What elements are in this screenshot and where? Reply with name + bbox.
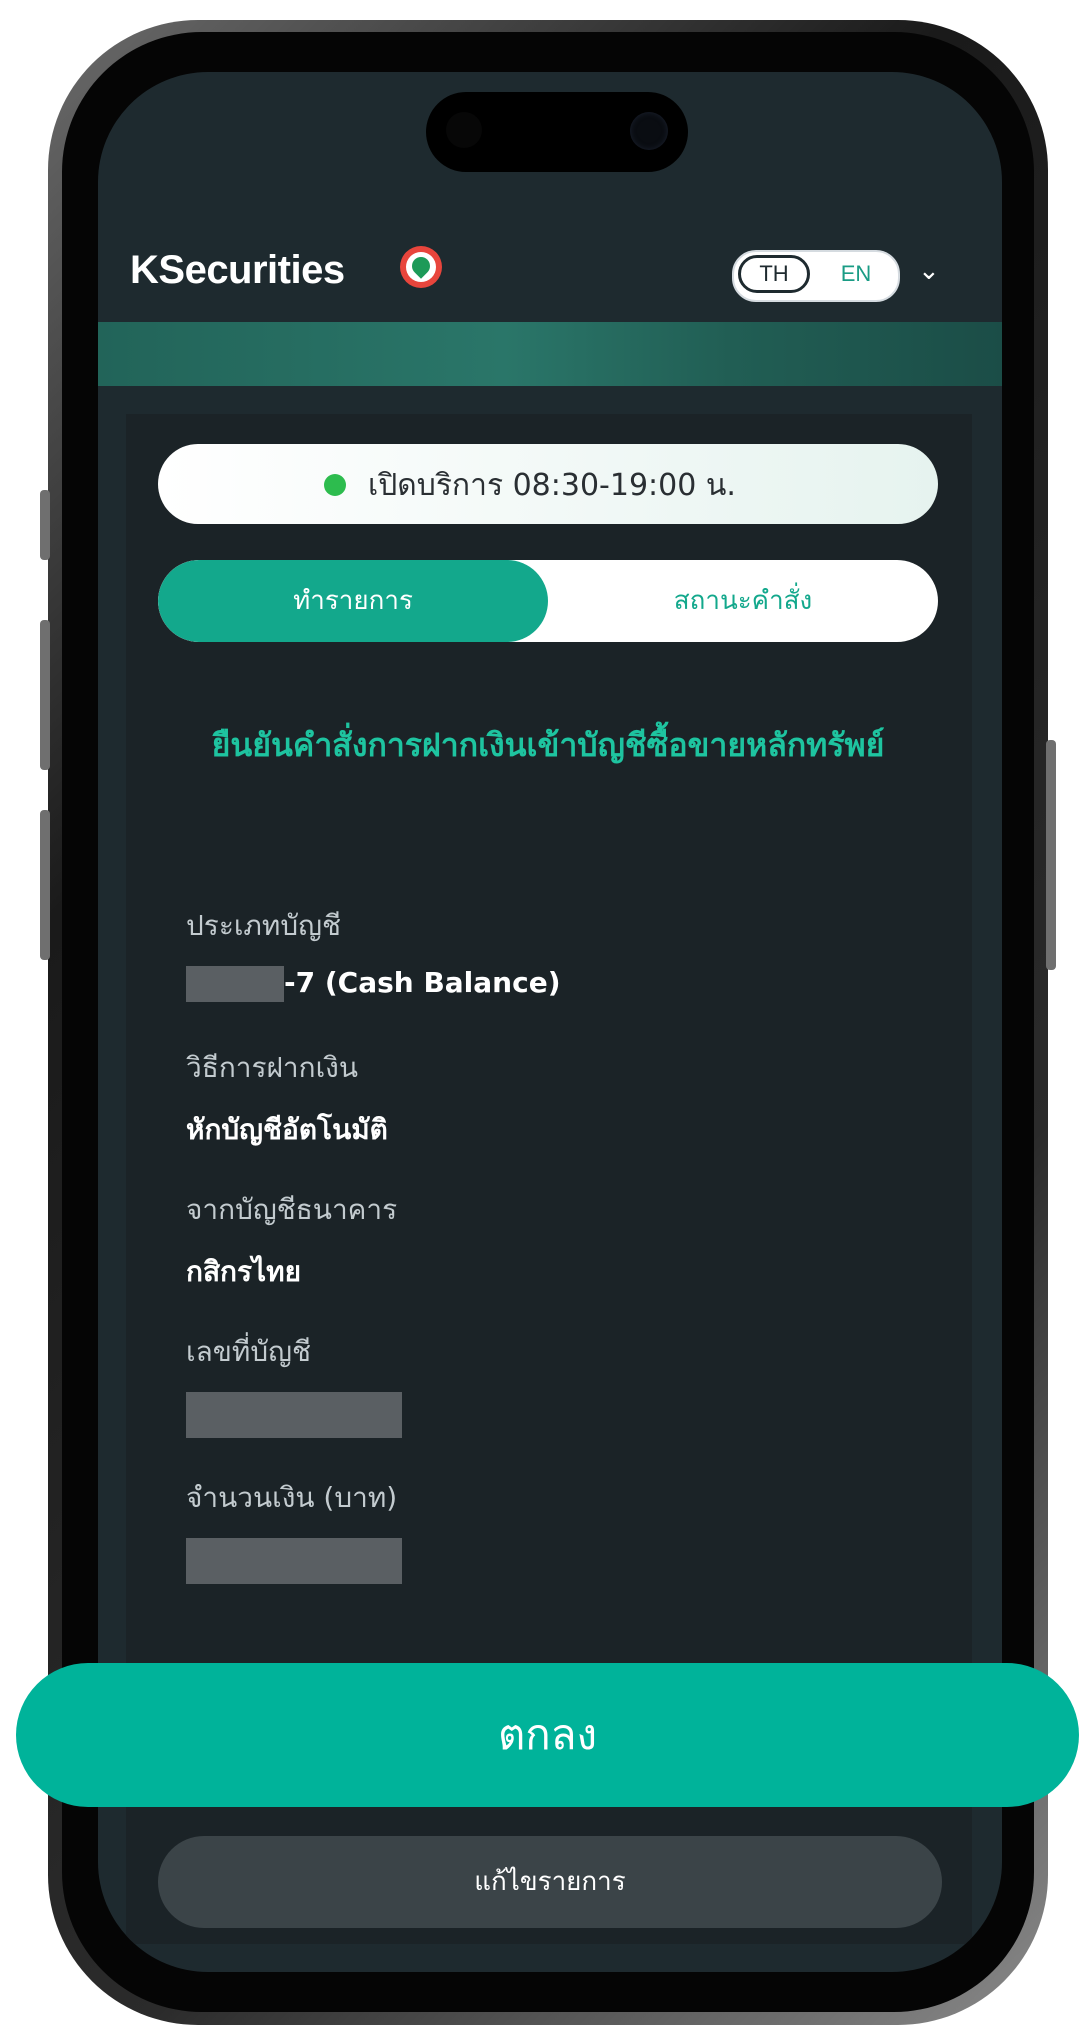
kbank-leaf-icon	[400, 246, 442, 288]
language-toggle[interactable]: TH EN	[732, 250, 900, 302]
phone-volume-up-button	[40, 620, 50, 770]
dynamic-island	[426, 92, 688, 172]
phone-volume-down-button	[40, 810, 50, 960]
lang-th-option[interactable]: TH	[738, 255, 810, 293]
header-banner	[98, 322, 1002, 386]
app-header: KSecurities TH EN ⌄	[98, 242, 1002, 324]
service-hours-pill: เปิดบริการ 08:30-19:00 น.	[158, 444, 938, 524]
ksecurities-logo: KSecurities	[130, 248, 345, 292]
tab-bar: ทำรายการ สถานะคำสั่ง	[158, 560, 938, 642]
account-type-text: -7 (Cash Balance)	[284, 966, 561, 999]
phone-side-button	[40, 490, 50, 560]
amount-label: จำนวนเงิน (บาท)	[186, 1481, 398, 1514]
masked-amount	[186, 1538, 402, 1584]
lang-en-option[interactable]: EN	[826, 255, 886, 293]
tab-make-transaction[interactable]: ทำรายการ	[158, 560, 548, 642]
from-bank-label: จากบัญชีธนาคาร	[186, 1193, 398, 1226]
confirm-button[interactable]: ตกลง	[16, 1663, 1079, 1807]
deposit-method-value: หักบัญชีอัตโนมัติ	[186, 1113, 388, 1146]
service-hours-text: เปิดบริการ 08:30-19:00 น.	[368, 468, 736, 503]
status-dot-icon	[324, 474, 346, 496]
account-type-label: ประเภทบัญชี	[186, 909, 341, 942]
tab-order-status[interactable]: สถานะคำสั่ง	[548, 560, 938, 642]
edit-transaction-button[interactable]: แก้ไขรายการ	[158, 1836, 942, 1928]
account-number-label: เลขที่บัญชี	[186, 1335, 311, 1368]
page-title: ยืนยันคำสั่งการฝากเงินเข้าบัญชีซื้อขายหล…	[211, 726, 885, 764]
camera-icon	[630, 112, 668, 150]
from-bank-value: กสิกรไทย	[186, 1255, 301, 1288]
masked-account-prefix	[186, 966, 284, 1002]
chevron-down-icon[interactable]: ⌄	[918, 256, 940, 286]
phone-power-button	[1046, 740, 1056, 970]
masked-account-number	[186, 1392, 402, 1438]
account-type-value: -7 (Cash Balance)	[186, 966, 561, 1002]
deposit-method-label: วิธีการฝากเงิน	[186, 1051, 358, 1084]
sensor-icon	[446, 112, 482, 148]
